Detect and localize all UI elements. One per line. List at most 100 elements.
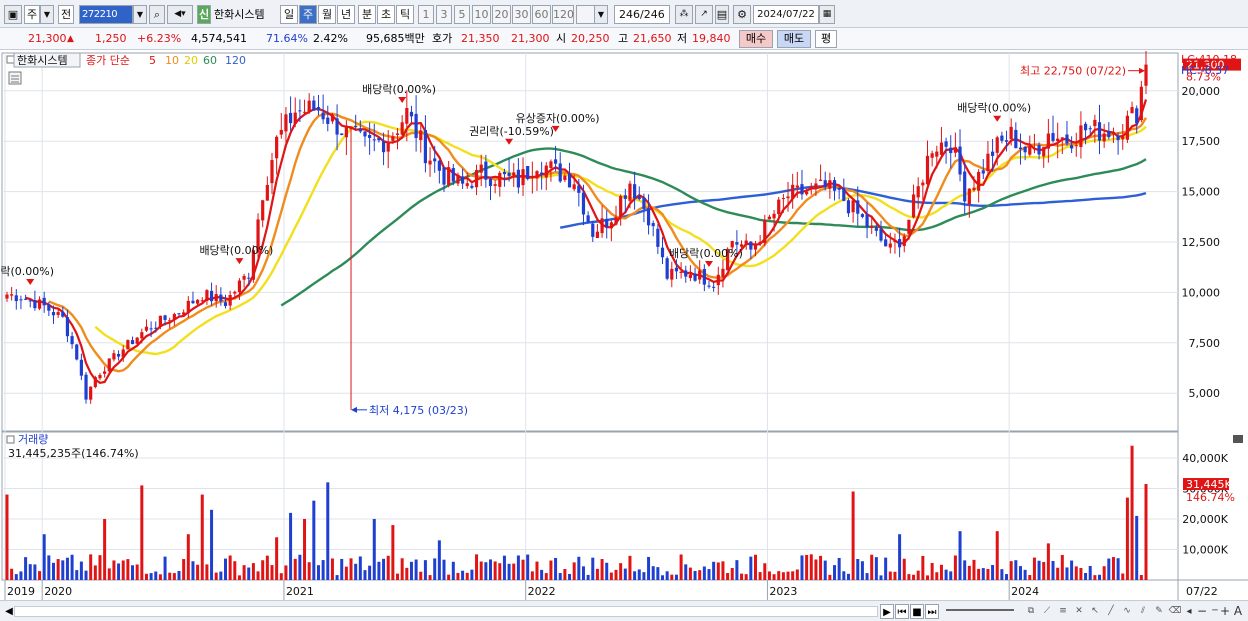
volume-bar: [326, 482, 330, 580]
horizontal-scrollbar[interactable]: [14, 606, 878, 617]
date-input[interactable]: 2024/07/22: [753, 5, 819, 24]
candle-body: [614, 217, 618, 225]
interval-20[interactable]: 20: [492, 5, 511, 24]
prev-button[interactable]: 전: [58, 5, 74, 24]
candle-body: [302, 111, 307, 113]
candle-body: [261, 200, 265, 221]
chart-title: 한화시스템: [17, 54, 68, 67]
settings-gear-icon[interactable]: ⚙: [733, 5, 751, 24]
interval-5[interactable]: 5: [454, 5, 470, 24]
interval-3[interactable]: 3: [436, 5, 452, 24]
volume-bar: [995, 531, 999, 580]
draw-line-icon[interactable]: ╱: [1104, 604, 1118, 619]
volume-bar: [261, 560, 265, 580]
interval-1[interactable]: 1: [418, 5, 434, 24]
draw-cross-icon[interactable]: ✕: [1072, 604, 1086, 619]
text-tool-icon[interactable]: A: [1232, 604, 1244, 619]
market-select[interactable]: 주: [24, 5, 40, 24]
draw-fan-icon[interactable]: ∿: [1120, 604, 1134, 619]
interval-dropdown-icon[interactable]: ▼: [594, 5, 608, 24]
draw-pen-icon[interactable]: ✎: [1152, 604, 1166, 619]
candle-body: [33, 300, 37, 309]
candle-body: [349, 126, 353, 130]
interval-120[interactable]: 120: [552, 5, 574, 24]
draw-eraser-icon[interactable]: ⌫: [1168, 604, 1182, 619]
candle-body: [447, 167, 451, 185]
search-icon[interactable]: ⌕: [149, 5, 165, 24]
candle-body: [172, 313, 176, 320]
play-icon[interactable]: ▶: [880, 604, 894, 619]
volume-bar: [842, 571, 846, 580]
volume-bar: [24, 557, 28, 580]
candle-body: [84, 374, 88, 400]
stop-icon[interactable]: ■: [910, 604, 924, 619]
volume-bar: [419, 571, 423, 580]
draw-arrow-icon[interactable]: ↖: [1088, 604, 1102, 619]
candle-body: [619, 196, 623, 218]
average-button[interactable]: 평: [815, 30, 837, 48]
save-icon[interactable]: ▤: [715, 5, 729, 24]
volume-bar: [168, 572, 172, 580]
period-week[interactable]: 주: [299, 5, 317, 24]
volume-bar: [224, 558, 228, 580]
interval-60[interactable]: 60: [532, 5, 551, 24]
buy-button[interactable]: 매수: [739, 30, 773, 48]
draw-rect-icon[interactable]: ⧉: [1024, 604, 1038, 619]
draw-trend-icon[interactable]: ⟋: [1040, 604, 1054, 619]
zoom-plus-icon[interactable]: +: [1219, 604, 1231, 619]
sell-button[interactable]: 매도: [777, 30, 811, 48]
volume-bar: [19, 571, 23, 580]
count-display[interactable]: 246/246: [614, 5, 670, 24]
draw-fib-icon[interactable]: ≡: [1056, 604, 1070, 619]
volume-bar: [800, 555, 804, 580]
period-second[interactable]: 초: [377, 5, 395, 24]
year-label: 2022: [528, 585, 556, 598]
period-day[interactable]: 일: [280, 5, 298, 24]
volume-bar: [953, 555, 957, 580]
volume-bar: [14, 574, 18, 580]
candle-body: [507, 172, 511, 176]
draw-channel-icon[interactable]: ⫽: [1136, 604, 1150, 619]
volume-panel-close-icon[interactable]: [1233, 435, 1243, 443]
volume-bar: [1084, 572, 1088, 580]
volume-bar: [637, 569, 641, 580]
candle-body: [758, 241, 762, 244]
stock-chart[interactable]: 5,000 7,500 10,000 12,500 15,000 17,500 20,000…: [0, 51, 1248, 621]
candle-body: [433, 158, 437, 162]
volume-bar: [177, 571, 181, 580]
volume-bar: [591, 557, 595, 580]
period-minute[interactable]: 분: [358, 5, 376, 24]
first-icon[interactable]: ⏮: [895, 604, 909, 619]
volume-bar: [98, 555, 102, 580]
sound-icon[interactable]: ◀▾: [167, 5, 193, 24]
stock-code-dropdown-icon[interactable]: ▼: [133, 5, 147, 24]
volume-bar: [837, 557, 841, 580]
legend-ma10: 10: [165, 54, 179, 67]
scroll-left-icon[interactable]: ◀: [4, 604, 14, 619]
last-icon[interactable]: ⏭: [925, 604, 939, 619]
zoom-slider[interactable]: [946, 609, 1014, 615]
zoom-minus-icon[interactable]: −: [1196, 604, 1208, 619]
volume-bar: [1107, 558, 1111, 580]
volume-bar: [809, 554, 813, 580]
volume-last-label: 31,445,235주(146.74%): [8, 447, 139, 460]
volume-bar: [661, 575, 665, 580]
period-month[interactable]: 월: [318, 5, 336, 24]
stock-code-input[interactable]: 272210: [79, 5, 133, 24]
calendar-icon[interactable]: ▦: [819, 5, 835, 24]
period-year[interactable]: 년: [337, 5, 355, 24]
volume-bar: [930, 563, 934, 580]
compare-icon[interactable]: ⁂: [675, 5, 693, 24]
volume-bar: [749, 556, 753, 580]
volume-bar: [1102, 566, 1106, 580]
candle-body: [1083, 123, 1088, 131]
zoom-out-left-icon[interactable]: ◂: [1184, 604, 1194, 619]
candle-body: [818, 179, 823, 181]
layout-icon[interactable]: ▣: [4, 5, 22, 24]
period-tick[interactable]: 틱: [396, 5, 414, 24]
market-dropdown-icon[interactable]: ▼: [40, 5, 54, 24]
draw-tool-icon[interactable]: ↗: [695, 5, 713, 24]
interval-30[interactable]: 30: [512, 5, 531, 24]
volume-bar: [363, 570, 367, 580]
interval-10[interactable]: 10: [472, 5, 491, 24]
